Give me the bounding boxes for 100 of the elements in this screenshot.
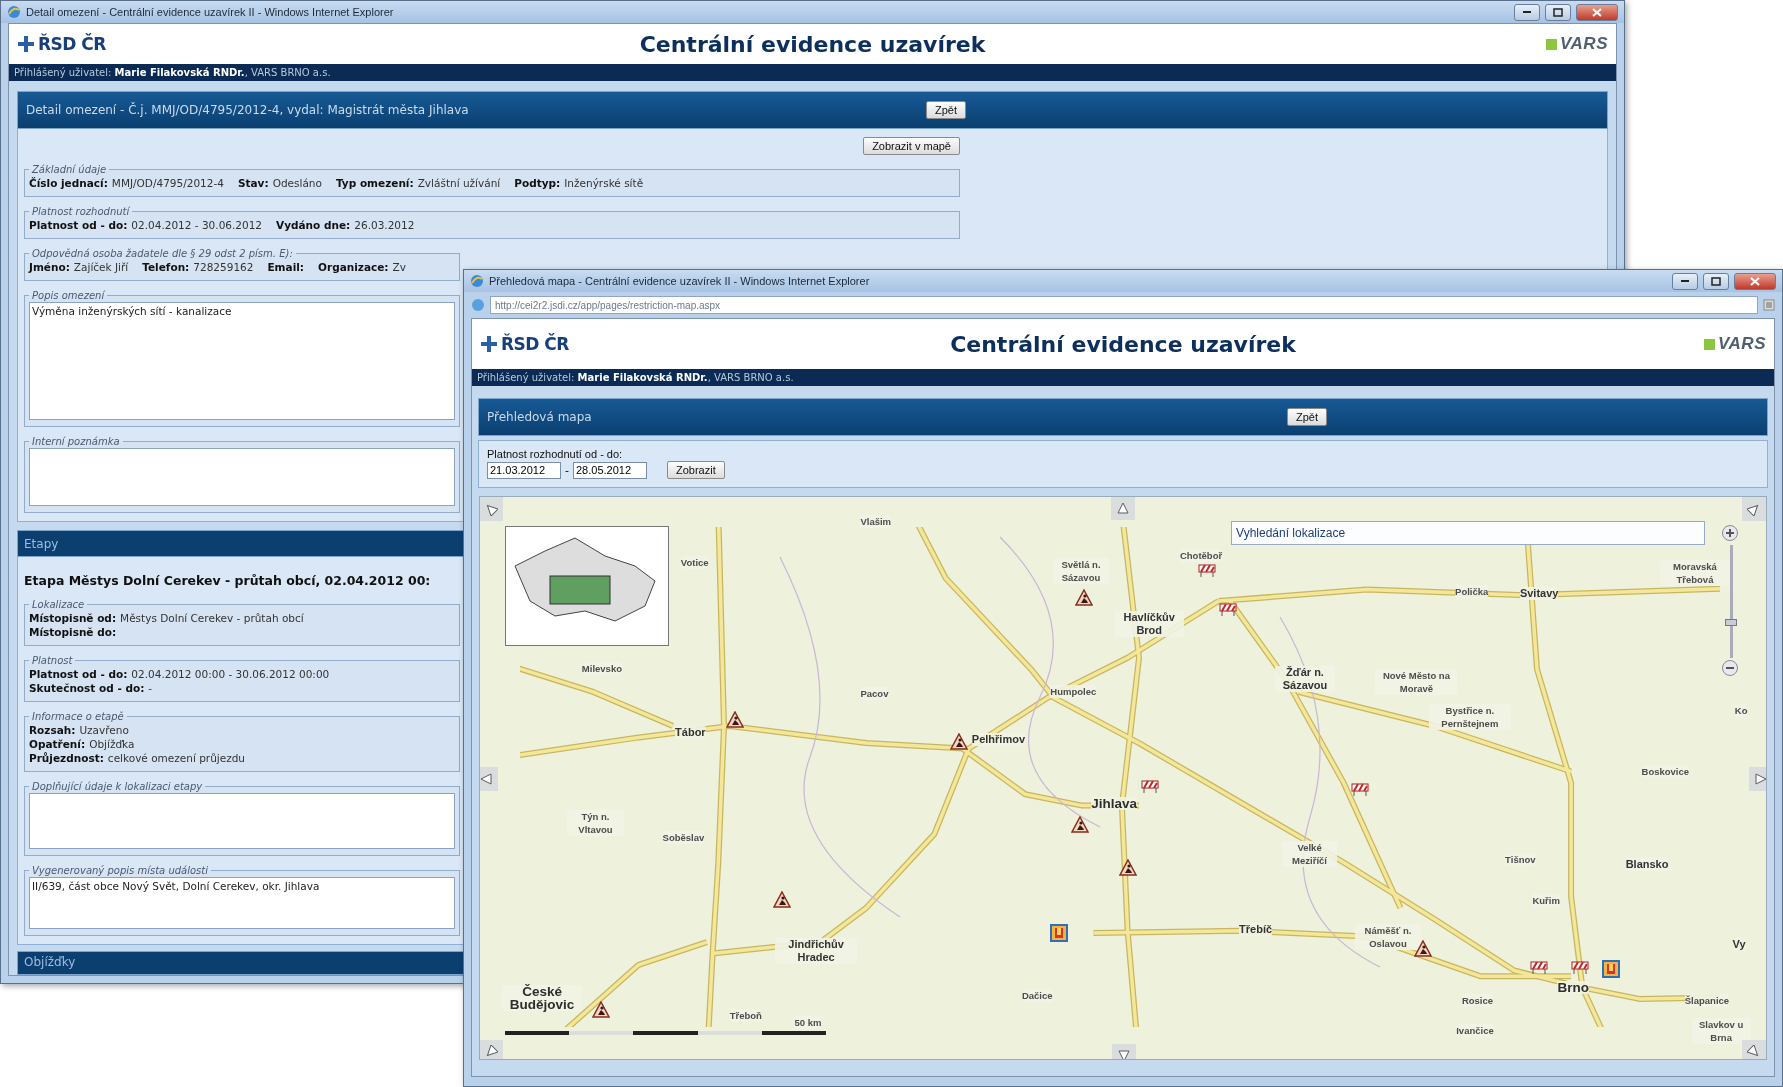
close-button[interactable] [1576, 3, 1618, 21]
place-label: Rosice [1461, 994, 1494, 1008]
place-label: Brno [1557, 980, 1589, 994]
pan-button[interactable] [1742, 1040, 1766, 1059]
pan-button[interactable] [1111, 497, 1136, 520]
compat-view-icon [1763, 299, 1775, 311]
place-label: Tábor [675, 726, 706, 740]
user-info: Přihlášený uživatel: Marie Filakovská RNDr., VARS BRNO a.s. [477, 372, 794, 383]
barrier-icon [1571, 958, 1590, 977]
cross-logo-icon [17, 35, 35, 53]
group-legend: Platnost rozhodnutí [29, 206, 133, 217]
place-label: Pacov [860, 687, 889, 701]
place-label: Humpolec [1050, 685, 1097, 699]
group-legend: Základní údaje [29, 164, 110, 175]
site-title: Centrální evidence uzavírek [638, 31, 987, 57]
pan-button[interactable] [480, 1040, 503, 1059]
maximize-button[interactable] [1545, 3, 1571, 21]
field-label: Místopisně od: [29, 611, 117, 625]
window-title: Přehledová mapa - Centrální evidence uzavírek II - Windows Internet Explorer [489, 275, 870, 287]
group-legend: Interní poznámka [29, 436, 123, 447]
text-area[interactable]: II/639, část obce Nový Svět, Dolní Cerekev, okr. Jihlava [29, 877, 455, 929]
place-label: Tišnov [1505, 853, 1536, 867]
field-label: Číslo jednací: [29, 176, 108, 190]
arrow-icon [483, 1045, 498, 1059]
field-label: Skutečnost od - do: [29, 681, 145, 695]
group-legend: Odpovědná osoba žadatele dle § 29 odst 2 písm. E): [29, 248, 296, 259]
close-icon [1592, 7, 1602, 17]
field-label: Jméno: [29, 260, 70, 274]
minimize-button[interactable] [1672, 272, 1698, 290]
field-label: Místopisně do: [29, 625, 117, 639]
u-marker-icon [1601, 960, 1620, 979]
place-label: Slavkov u Brna [1691, 1018, 1751, 1045]
logo-text: ŘSD ČR [501, 334, 569, 354]
pan-button[interactable] [480, 497, 503, 521]
pan-button[interactable] [1748, 767, 1766, 792]
field-label: Telefon: [142, 260, 190, 274]
arrow-icon [480, 772, 494, 787]
place-label: Náměšť n. Oslavou [1355, 923, 1421, 950]
place-label: Svitavy [1519, 587, 1559, 601]
zoom-out-button[interactable] [1722, 660, 1739, 677]
roadwork-icon [1414, 939, 1433, 958]
close-icon [1750, 276, 1760, 286]
place-label: Třebíč [1239, 922, 1273, 936]
show-button[interactable]: Zobrazit [667, 461, 725, 479]
arrow-icon [483, 501, 498, 516]
place-label: Blansko [1625, 857, 1669, 871]
pan-button[interactable] [1742, 497, 1766, 521]
place-label: Votice [680, 555, 709, 569]
place-label: Jindřichův Hradec [775, 937, 857, 964]
field-label: Platnost od - do: [29, 218, 128, 232]
window-title: Detail omezení - Centrální evidence uzavírek II - Windows Internet Explorer [26, 6, 394, 18]
pan-button[interactable] [480, 767, 499, 792]
group-legend: Doplňující údaje k lokalizaci etapy [29, 781, 206, 792]
maximize-button[interactable] [1703, 272, 1729, 290]
text-area[interactable] [29, 793, 455, 849]
section-title: Objížďky [24, 955, 76, 969]
close-button[interactable] [1734, 272, 1776, 290]
show-on-map-button[interactable]: Zobrazit v mapě [863, 137, 960, 155]
back-button[interactable]: Zpět [1287, 408, 1327, 426]
field-label: Opatření: [29, 737, 86, 751]
u-marker-icon [1050, 923, 1069, 942]
date-from-field[interactable]: 21.03.2012 [487, 461, 561, 479]
cross-logo-icon [480, 335, 498, 353]
square-logo-icon [1546, 38, 1557, 50]
location-search-field[interactable]: Vyhledání lokalizace [1231, 521, 1706, 546]
site-title: Centrální evidence uzavírek [949, 331, 1297, 357]
place-label: Vy [1732, 937, 1746, 951]
place-label: Havlíčkův Brod [1114, 611, 1185, 638]
text-area[interactable] [29, 448, 455, 506]
zoom-in-button[interactable] [1722, 524, 1739, 541]
zoom-slider-thumb[interactable] [1724, 619, 1737, 627]
roadwork-icon [1070, 815, 1089, 834]
group-legend: Lokalizace [29, 599, 88, 610]
arrow-icon [1116, 500, 1131, 515]
minimize-button[interactable] [1514, 3, 1540, 21]
panel-title: Přehledová mapa [487, 410, 593, 424]
plus-icon [1725, 527, 1736, 538]
field-label: Stav: [237, 176, 269, 190]
field-label: Typ omezení: [335, 176, 414, 190]
barrier-icon [1198, 561, 1217, 580]
place-label: Boskovice [1641, 764, 1690, 778]
place-label: Moravská Třebová [1659, 560, 1731, 587]
roadwork-icon [726, 711, 745, 730]
field-label: Podtyp: [514, 176, 561, 190]
back-button[interactable]: Zpět [926, 101, 966, 119]
scale-label: 50 km [794, 1016, 822, 1029]
group-legend: Platnost [29, 655, 76, 666]
text-area[interactable]: Výměna inženýrských sítí - kanalizace [29, 302, 455, 420]
field-value: MMJ/OD/4795/2012-4 [111, 176, 224, 190]
place-label: Vlašim [860, 514, 892, 528]
field-label: Email: [267, 260, 305, 274]
maximize-icon [1711, 276, 1721, 286]
place-label: Třeboň [729, 1009, 762, 1023]
address-field[interactable]: http://cei2r2.jsdi.cz/app/pages/restriction-map.aspx [490, 296, 1758, 314]
place-label: Jihlava [1091, 796, 1137, 810]
date-to-field[interactable]: 28.05.2012 [573, 461, 647, 479]
place-label: Velké Meziříčí [1282, 840, 1337, 867]
field-value: Odesláno [272, 176, 322, 190]
field-value: celkové omezení průjezdu [107, 751, 245, 765]
field-value: 02.04.2012 - 30.06.2012 [131, 218, 263, 232]
